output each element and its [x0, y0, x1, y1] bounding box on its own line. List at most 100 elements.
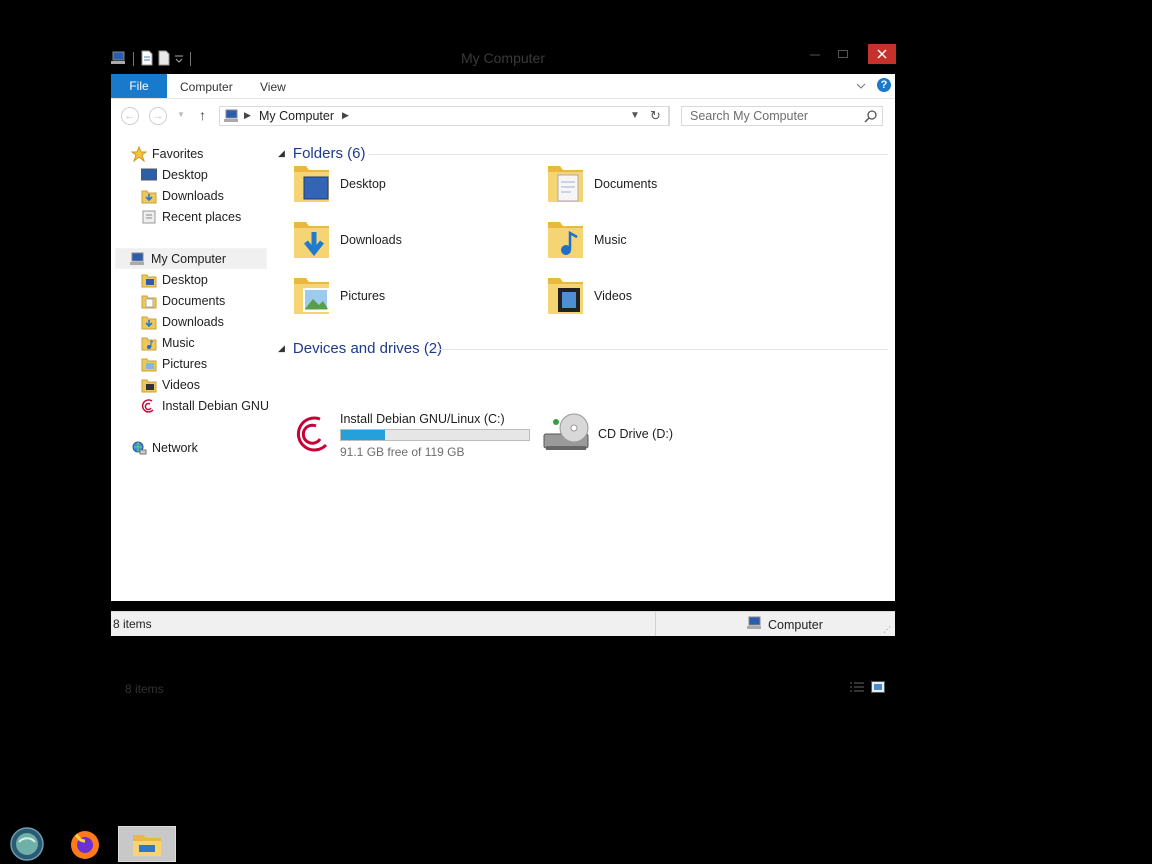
drive-tile-d[interactable]: CD Drive (D:)	[542, 409, 673, 459]
chevron-down-icon	[856, 83, 866, 89]
computer-icon	[224, 109, 240, 126]
nav-label: Downloads	[162, 314, 224, 329]
debian-icon	[141, 398, 157, 414]
nav-my-computer[interactable]: My Computer	[115, 248, 267, 269]
resize-grip-icon[interactable]: ⋰	[883, 625, 891, 634]
ribbon: File Computer View ?	[111, 74, 895, 99]
folder-icon	[548, 278, 583, 314]
address-bar[interactable]: ▶ My Computer ▶ ▼	[219, 106, 670, 126]
expand-ribbon-button[interactable]	[856, 79, 866, 93]
group-divider	[434, 349, 888, 350]
group-divider	[368, 154, 888, 155]
chevron-down-icon[interactable]: ▼	[630, 110, 640, 121]
up-button[interactable]: ↑	[199, 107, 206, 123]
collapse-triangle-icon[interactable]: ◢	[278, 148, 285, 159]
folder-label: Desktop	[340, 177, 386, 191]
nav-favorites-downloads[interactable]: Downloads	[141, 185, 224, 206]
nav-computer-music[interactable]: Music	[141, 332, 195, 353]
debian-icon	[296, 416, 328, 452]
tab-view[interactable]: View	[260, 74, 286, 98]
nav-label: Recent places	[162, 209, 242, 224]
folder-tile-videos[interactable]: Videos	[544, 271, 632, 321]
navigation-bar: ← → ▼ ↑ ▶ My Computer ▶ ▼ ↻ Search My Co…	[111, 99, 895, 133]
folder-icon	[548, 222, 583, 258]
folder-tile-music[interactable]: Music	[544, 215, 627, 265]
nav-computer-pictures[interactable]: Pictures	[141, 353, 207, 374]
nav-computer-desktop[interactable]: Desktop	[141, 269, 208, 290]
nav-label: Favorites	[152, 146, 204, 161]
group-header-devices[interactable]: ◢ Devices and drives (2)	[278, 338, 442, 358]
start-orb-icon	[10, 827, 44, 861]
status-location: Computer	[747, 616, 823, 633]
drive-label: CD Drive (D:)	[598, 427, 673, 441]
collapse-triangle-icon[interactable]: ◢	[278, 343, 285, 354]
network-icon	[131, 440, 147, 456]
folder-icon	[294, 166, 329, 202]
refresh-button[interactable]: ↻	[643, 106, 669, 126]
firefox-icon	[71, 831, 99, 859]
search-input[interactable]: Search My Computer	[681, 106, 883, 126]
folder-tile-downloads[interactable]: Downloads	[290, 215, 402, 265]
nav-favorites-recent[interactable]: Recent places	[141, 206, 241, 227]
folder-icon	[141, 356, 157, 372]
items-view: ◢ Folders (6) Desktop Documents Download…	[276, 133, 895, 601]
breadcrumb[interactable]: My Computer	[259, 109, 334, 123]
downloads-folder-icon	[141, 188, 157, 204]
folder-icon	[141, 335, 157, 351]
drive-tile-c[interactable]: Install Debian GNU/Linux (C:) 91.1 GB fr…	[290, 407, 530, 463]
group-title: Devices and drives (2)	[292, 339, 443, 357]
folder-tile-pictures[interactable]: Pictures	[290, 271, 385, 321]
forward-button[interactable]: →	[149, 107, 167, 125]
nav-label: Pictures	[162, 356, 208, 371]
nav-label: Install Debian GNU/Linux (C:)	[162, 398, 268, 413]
maximize-button[interactable]	[829, 44, 857, 64]
folder-icon	[141, 314, 157, 330]
cd-drive-icon	[543, 413, 589, 450]
close-button[interactable]	[868, 44, 896, 64]
drive-free-space: 91.1 GB free of 119 GB	[340, 444, 465, 459]
content-area: Favorites Desktop Downloads Recent place…	[111, 133, 895, 696]
folder-label: Downloads	[340, 233, 402, 247]
view-switcher	[849, 681, 885, 696]
nav-favorites-desktop[interactable]: Desktop	[141, 164, 208, 185]
computer-icon	[130, 251, 146, 267]
folder-label: Music	[594, 233, 627, 247]
chevron-right-icon[interactable]: ▶	[342, 110, 349, 121]
desktop-icon	[141, 167, 157, 183]
nav-label: Network	[152, 440, 198, 455]
chevron-right-icon[interactable]: ▶	[244, 110, 251, 121]
star-icon	[131, 145, 147, 162]
large-icons-view-icon[interactable]	[871, 681, 885, 696]
nav-network[interactable]: Network	[131, 437, 198, 458]
nav-computer-documents[interactable]: Documents	[141, 290, 225, 311]
nav-computer-downloads[interactable]: Downloads	[141, 311, 224, 332]
details-view-icon[interactable]	[849, 681, 865, 696]
navigation-pane: Favorites Desktop Downloads Recent place…	[111, 133, 271, 601]
search-icon[interactable]	[864, 109, 878, 126]
explorer-window: My Computer File Computer View ? ← → ▼ ↑…	[111, 44, 896, 696]
recent-places-icon	[141, 209, 157, 225]
minimize-button[interactable]	[801, 44, 829, 64]
explorer-icon	[133, 835, 161, 856]
folder-tile-documents[interactable]: Documents	[544, 159, 657, 209]
help-icon[interactable]: ?	[877, 78, 891, 92]
folder-label: Pictures	[340, 289, 386, 303]
drive-label: Install Debian GNU/Linux (C:)	[340, 411, 505, 426]
start-button[interactable]	[8, 826, 46, 862]
title-bar: My Computer	[111, 44, 896, 74]
folder-tile-desktop[interactable]: Desktop	[290, 159, 386, 209]
taskbar-explorer[interactable]	[118, 826, 176, 862]
tab-computer[interactable]: Computer	[180, 74, 233, 98]
window-title: My Computer	[460, 50, 546, 66]
back-button[interactable]: ←	[121, 107, 139, 125]
folder-icon	[141, 377, 157, 393]
folder-label: Documents	[594, 177, 658, 191]
nav-label: Downloads	[162, 188, 224, 203]
tab-file[interactable]: File	[111, 74, 167, 98]
recent-locations-button[interactable]: ▼	[177, 110, 185, 119]
nav-computer-videos[interactable]: Videos	[141, 374, 200, 395]
taskbar-firefox[interactable]	[66, 826, 104, 862]
nav-label: Desktop	[162, 272, 208, 287]
nav-computer-drive-c[interactable]: Install Debian GNU/Linux (C:)	[141, 395, 268, 416]
nav-favorites[interactable]: Favorites	[131, 143, 203, 164]
